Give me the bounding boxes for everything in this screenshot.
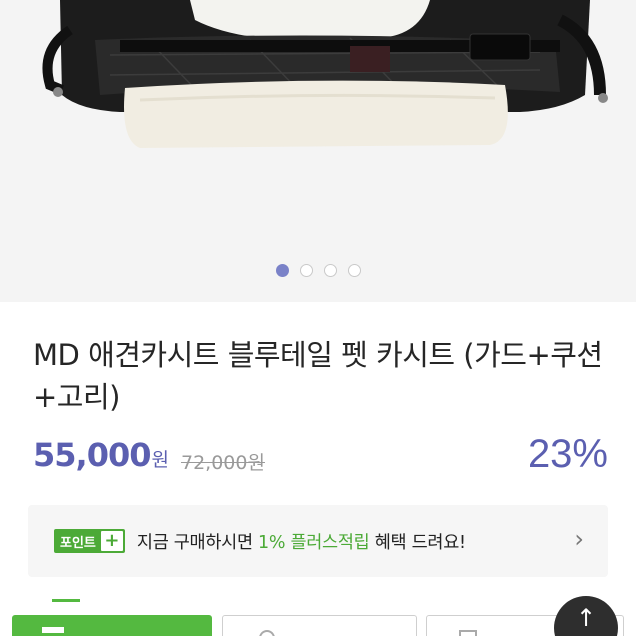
gallery-dot-1[interactable] [275, 264, 289, 277]
cart-icon [459, 630, 477, 636]
original-price: 72,000원 [181, 452, 265, 474]
wishlist-button[interactable] [222, 615, 417, 636]
bottom-action-bar [0, 601, 636, 636]
point-badge: 포인트 + [54, 529, 125, 553]
gallery-pagination [0, 264, 636, 277]
sale-price: 55,000원 [33, 436, 169, 474]
arrow-up-icon: ↑ [575, 604, 597, 632]
gallery-dot-3[interactable] [323, 264, 337, 277]
point-banner-text: 지금 구매하시면 1% 플러스적립 혜택 드려요! [137, 529, 466, 554]
point-text-before: 지금 구매하시면 [136, 532, 259, 553]
sale-price-value: 55,000 [33, 436, 151, 474]
gallery-dot-4[interactable] [347, 264, 361, 277]
price-row: 55,000원 72,000원 23% [33, 432, 608, 482]
point-badge-label: 포인트 [60, 535, 96, 551]
heart-icon [259, 630, 275, 636]
product-photo [42, 0, 608, 148]
point-text-highlight: 1% 플러스적립 [258, 532, 370, 553]
point-plus-banner[interactable]: 포인트 + 지금 구매하시면 1% 플러스적립 혜택 드려요! › [28, 505, 608, 577]
product-image-gallery[interactable] [0, 0, 636, 302]
point-text-after: 혜택 드려요! [369, 532, 466, 553]
gallery-dot-2[interactable] [299, 264, 313, 277]
scroll-top-button[interactable]: ↑ [554, 596, 618, 636]
chevron-right-icon: › [574, 525, 584, 553]
discount-rate: 23% [527, 432, 608, 476]
sale-price-unit: 원 [151, 449, 169, 471]
plus-icon: + [100, 531, 123, 551]
buy-icon [42, 627, 64, 633]
buy-button[interactable] [12, 615, 212, 636]
product-title: MD 애견카시트 블루테일 펫 카시트 (가드+쿠션+고리) [33, 338, 603, 414]
